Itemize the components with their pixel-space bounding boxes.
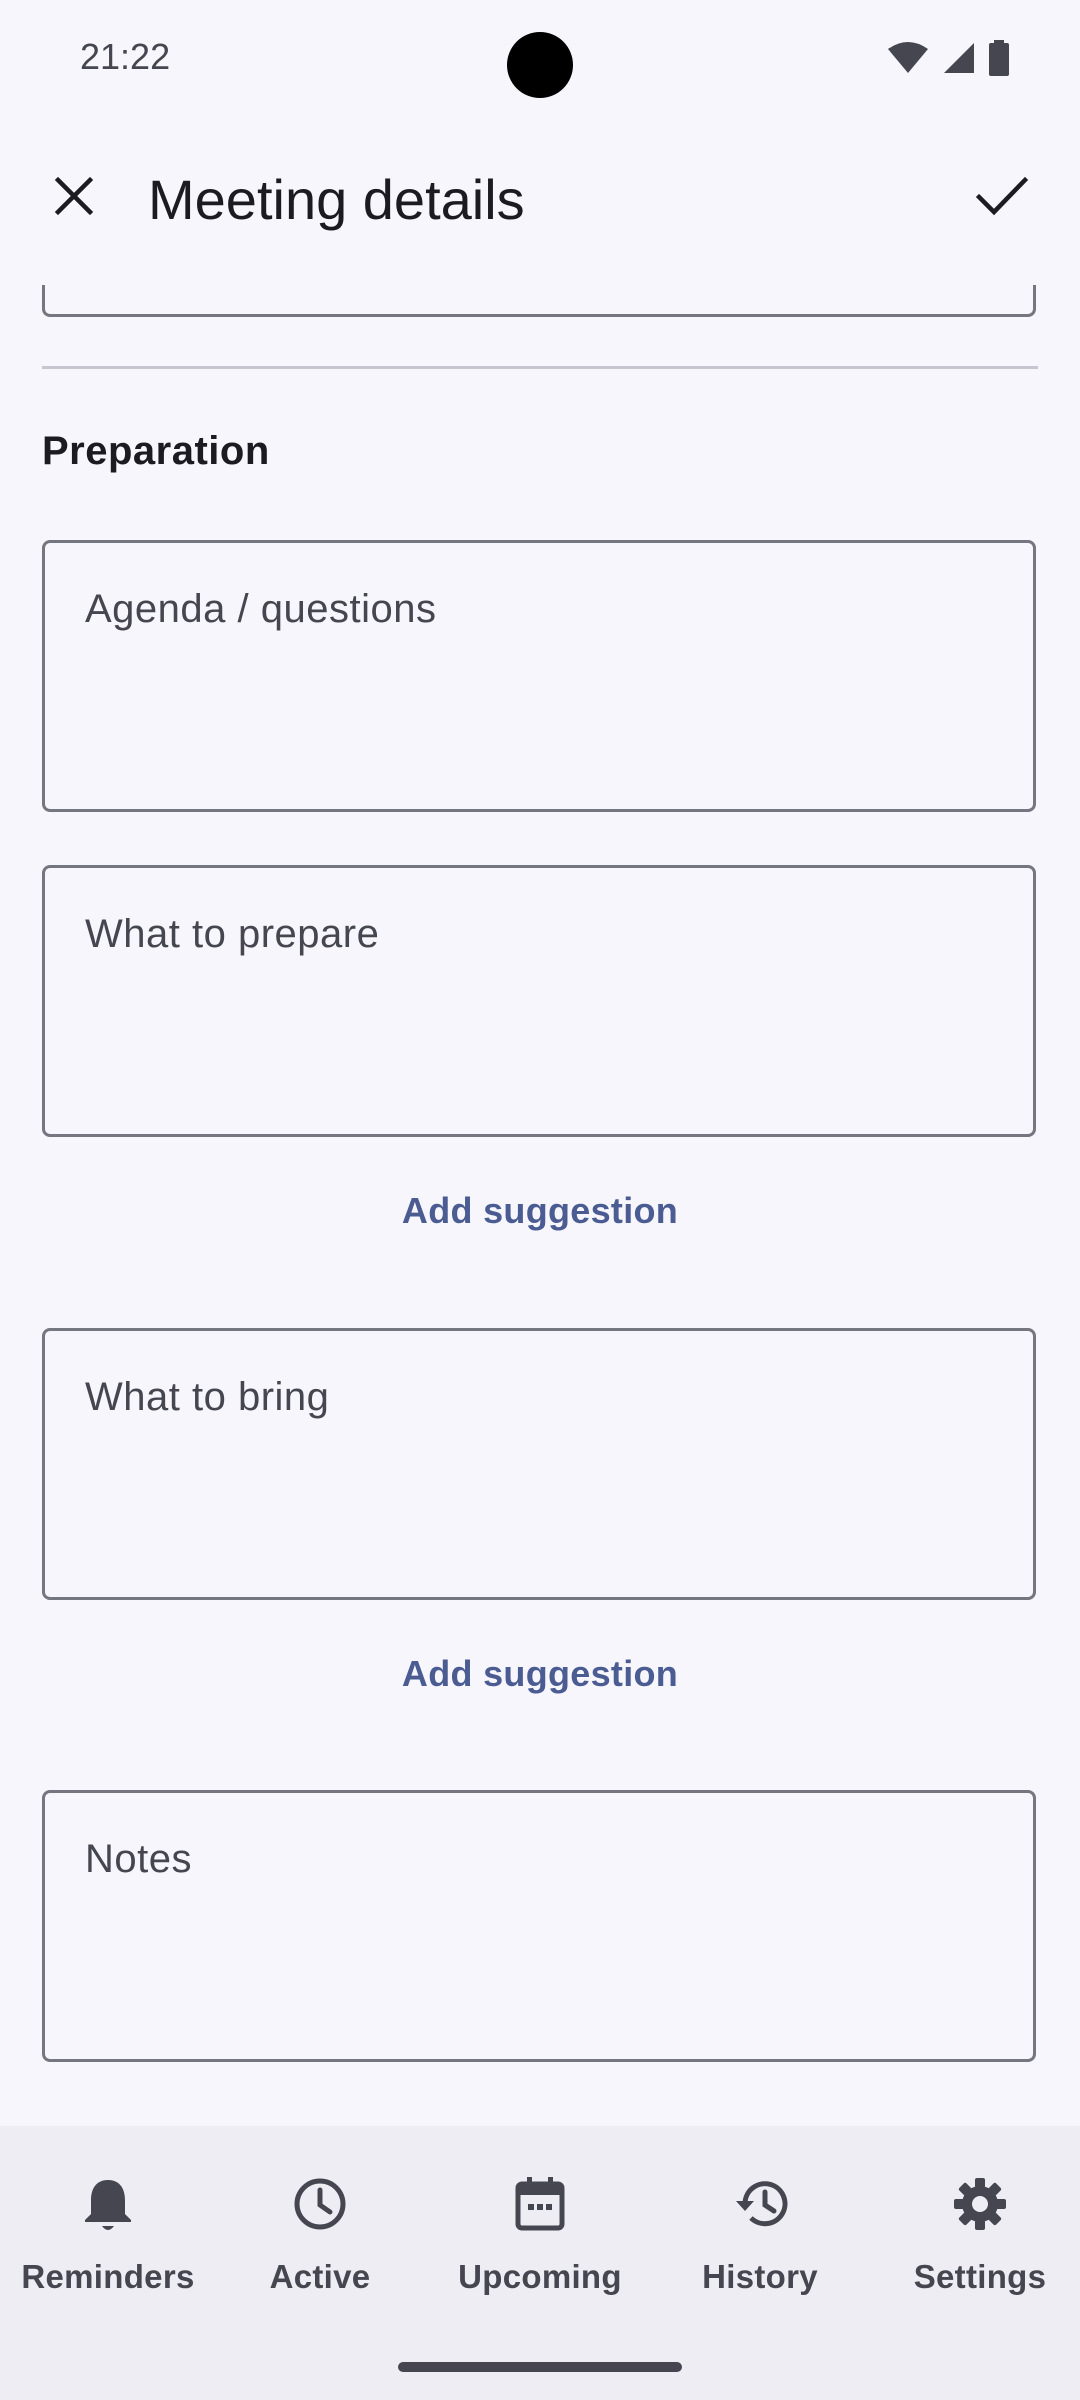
wifi-icon — [886, 41, 930, 75]
agenda-placeholder: Agenda / questions — [85, 587, 437, 631]
nav-label-active: Active — [269, 2258, 371, 2295]
battery-icon — [988, 40, 1010, 76]
close-icon — [54, 176, 94, 221]
bell-icon — [76, 2172, 140, 2236]
close-button[interactable] — [38, 162, 110, 234]
nav-label-upcoming: Upcoming — [458, 2258, 622, 2295]
check-icon — [975, 176, 1029, 221]
form-content[interactable]: Preparation Agenda / questions What to p… — [0, 285, 1080, 2125]
top-app-bar: Meeting details — [0, 140, 1080, 260]
divider — [42, 366, 1038, 369]
page-title: Meeting details — [148, 168, 525, 231]
clock-icon — [288, 2172, 352, 2236]
nav-label-settings: Settings — [913, 2258, 1047, 2295]
history-icon — [728, 2172, 792, 2236]
nav-label-reminders: Reminders — [21, 2258, 195, 2295]
nav-item-reminders[interactable]: Reminders — [0, 2126, 216, 2326]
calendar-icon — [508, 2172, 572, 2236]
nav-label-history: History — [702, 2258, 818, 2295]
gear-icon — [948, 2172, 1012, 2236]
camera-cutout — [507, 32, 573, 98]
add-suggestion-bring-button[interactable]: Add suggestion — [340, 1634, 740, 1714]
nav-item-history[interactable]: History — [652, 2126, 868, 2326]
status-bar: 21:22 — [0, 0, 1080, 120]
agenda-field[interactable]: Agenda / questions — [42, 540, 1036, 812]
save-button[interactable] — [962, 162, 1042, 234]
section-title: Preparation — [42, 429, 270, 473]
nav-item-settings[interactable]: Settings — [872, 2126, 1080, 2326]
status-time: 21:22 — [80, 36, 171, 77]
nav-item-active[interactable]: Active — [212, 2126, 428, 2326]
add-suggestion-prepare-button[interactable]: Add suggestion — [340, 1171, 740, 1251]
bring-field[interactable]: What to bring — [42, 1328, 1036, 1600]
bring-placeholder: What to bring — [85, 1375, 330, 1419]
prepare-placeholder: What to prepare — [85, 912, 380, 956]
nav-item-upcoming[interactable]: Upcoming — [432, 2126, 648, 2326]
status-icons — [886, 40, 1010, 76]
notes-placeholder: Notes — [85, 1837, 192, 1881]
bottom-navigation: Reminders Active Upcoming History Settin… — [0, 2126, 1080, 2400]
notes-field[interactable]: Notes — [42, 1790, 1036, 2062]
cellular-signal-icon — [942, 41, 976, 75]
gesture-handle[interactable] — [398, 2362, 682, 2372]
previous-text-field[interactable] — [42, 285, 1036, 317]
prepare-field[interactable]: What to prepare — [42, 865, 1036, 1137]
